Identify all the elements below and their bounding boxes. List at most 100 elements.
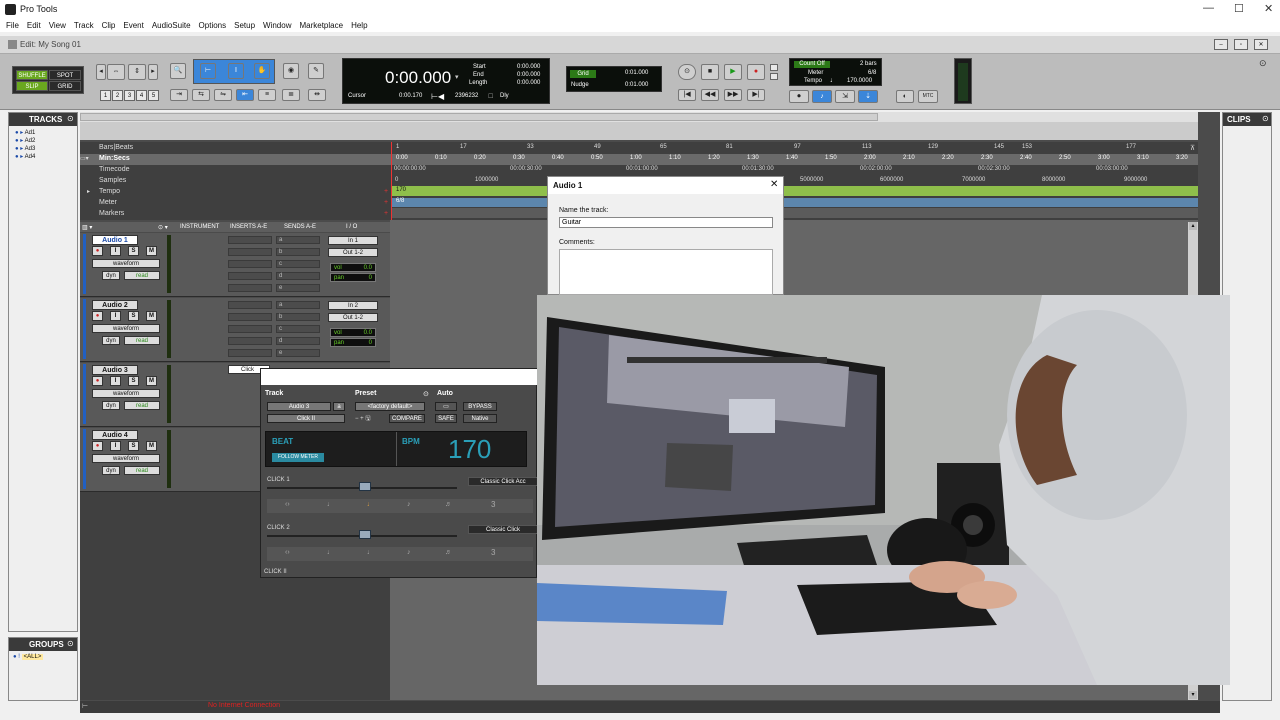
minsecs-tick-label[interactable]: 0:30 (513, 155, 525, 161)
tracks-list-item[interactable]: ● ▸ Ad1 (15, 129, 35, 137)
plugin-track-a-button[interactable]: a (333, 402, 345, 411)
ruler-label-timecode[interactable]: Timecode (99, 166, 129, 173)
record-enable-button[interactable]: ● (92, 441, 103, 451)
bypass-button[interactable]: BYPASS (463, 402, 497, 411)
grabber-tool-icon[interactable]: ✋ (254, 63, 270, 79)
insert-slot[interactable] (228, 337, 272, 345)
minsecs-tick-label[interactable]: 1:30 (747, 155, 759, 161)
minsecs-tick-label[interactable]: 1:10 (669, 155, 681, 161)
solo-button[interactable]: S (128, 311, 139, 321)
click2-eighth-icon[interactable]: ♪ (407, 549, 411, 556)
menu-file[interactable]: File (6, 19, 19, 32)
timecode-tick-label[interactable]: 00:03:00:00 (1096, 166, 1128, 172)
menu-event[interactable]: Event (123, 19, 143, 32)
rewind-icon[interactable]: ◀◀ (701, 89, 719, 101)
output-selector[interactable]: Out 1-2 (328, 313, 378, 322)
dyn-button[interactable]: dyn (102, 271, 120, 280)
ruler-label-samples[interactable]: Samples (99, 177, 126, 184)
input-selector[interactable]: In 1 (328, 236, 378, 245)
minsecs-tick-label[interactable]: 3:20 (1176, 155, 1188, 161)
click1-tuplet-value[interactable]: 3 (491, 500, 495, 509)
tracks-panel-menu-icon[interactable]: ⊙ (67, 114, 74, 123)
insert-slot[interactable] (228, 313, 272, 321)
click1-eighth-icon[interactable]: ♪ (407, 501, 411, 508)
menu-track[interactable]: Track (74, 19, 94, 32)
length-value[interactable]: 0:00.000 (517, 80, 540, 86)
send-slot[interactable]: c (276, 325, 320, 333)
tempo-marker[interactable]: 170 (396, 187, 406, 193)
compare-button[interactable]: COMPARE (389, 414, 425, 423)
send-slot[interactable]: d (276, 272, 320, 280)
ruler-label-minsecs[interactable]: Min:Secs (99, 155, 130, 162)
bars-tick-label[interactable]: 145 (994, 144, 1004, 150)
ruler-label-markers[interactable]: Markers (99, 210, 124, 217)
go-to-end-icon[interactable]: ▶| (747, 89, 765, 101)
zoom-preset-3[interactable]: 3 (124, 90, 135, 101)
dyn-button[interactable]: dyn (102, 466, 120, 475)
minsecs-tick-label[interactable]: 2:00 (864, 155, 876, 161)
count-off-bars[interactable]: 2 bars (860, 61, 877, 67)
click2-sixteenth-icon[interactable]: ♬ (445, 549, 452, 556)
scroll-options-icon[interactable]: ⇹ (308, 89, 326, 101)
track-name[interactable]: Audio 1 (92, 235, 138, 245)
minsecs-tick-label[interactable]: 0:00 (396, 155, 408, 161)
bars-tick-label[interactable]: 97 (794, 144, 801, 150)
volume-field[interactable]: vol 0.0 (330, 263, 376, 272)
groups-panel-menu-icon[interactable]: ⊙ (67, 639, 74, 648)
automation-mode-selector[interactable]: read (124, 401, 160, 410)
timecode-tick-label[interactable]: 00:01:00:00 (626, 166, 658, 172)
click2-sound-selector[interactable]: Classic Click (468, 525, 538, 534)
click2-note-icon[interactable]: ♩ (327, 549, 334, 556)
menu-options[interactable]: Options (199, 19, 227, 32)
comments-textarea[interactable] (559, 249, 773, 295)
safe-button[interactable]: SAFE (435, 414, 457, 423)
minsecs-tick-label[interactable]: 1:20 (708, 155, 720, 161)
track-view-selector[interactable]: waveform (92, 259, 160, 268)
record-enable-button[interactable]: ● (92, 376, 103, 386)
edit-close-icon[interactable]: ✕ (1254, 39, 1268, 50)
insert-slot[interactable] (228, 248, 272, 256)
insert-slot[interactable] (228, 236, 272, 244)
minsecs-tick-label[interactable]: 0:20 (474, 155, 486, 161)
tempo-value[interactable]: 170.0000 (847, 78, 872, 84)
ruler-expand-icon[interactable]: ▭▾ (80, 155, 89, 162)
preset-selector[interactable]: <factory default> (355, 402, 425, 411)
send-slot[interactable]: a (276, 301, 320, 309)
track-list-menu-icon[interactable]: ⊙ ▾ (158, 224, 168, 231)
mtc-button[interactable]: MTC (918, 90, 938, 103)
mirror-midi-icon[interactable]: ≡ (258, 89, 276, 101)
minsecs-tick-label[interactable]: 1:00 (630, 155, 642, 161)
ruler-label-tempo[interactable]: Tempo (99, 188, 120, 195)
click1-accent-note-icon[interactable]: ♩ (367, 501, 374, 508)
send-slot[interactable]: a (276, 236, 320, 244)
tracks-list-item[interactable]: ● ▸ Ad4 (15, 153, 35, 161)
sync-icon[interactable]: ◐ (896, 90, 914, 103)
zoom-preset-1[interactable]: 1 (100, 90, 111, 101)
scroll-down-icon[interactable]: ▾ (1189, 691, 1197, 699)
selector-tool-icon[interactable]: I (228, 63, 244, 79)
menu-setup[interactable]: Setup (234, 19, 255, 32)
zoom-v-icon[interactable]: ⇕ (128, 64, 146, 80)
dyn-button[interactable]: dyn (102, 336, 120, 345)
delay-checkbox[interactable]: ☐ (488, 93, 493, 100)
return-to-zero-icon[interactable]: |◀ (678, 89, 696, 101)
track-name-input[interactable] (559, 217, 773, 228)
bars-tick-label[interactable]: 65 (660, 144, 667, 150)
timecode-tick-label[interactable]: 00:02:30:00 (978, 166, 1010, 172)
dialog-close-icon[interactable]: ✕ (770, 179, 778, 190)
tempo-expand-icon[interactable]: ▸ (87, 188, 90, 195)
close-icon[interactable]: ✕ (1264, 2, 1273, 15)
transport-expand-icon[interactable] (770, 64, 778, 71)
link-timeline-icon[interactable]: ⇆ (192, 89, 210, 101)
bars-tick-label[interactable]: 177 (1126, 144, 1136, 150)
bars-tick-label[interactable]: 113 (862, 144, 872, 150)
automation-mode-selector[interactable]: read (124, 336, 160, 345)
slip-mode-button[interactable]: SLIP (16, 81, 48, 91)
overview-scroll-thumb[interactable] (80, 113, 878, 121)
preset-nav-icon[interactable]: − + 🖫 (355, 414, 370, 424)
send-slot[interactable]: b (276, 313, 320, 321)
scroll-up-icon[interactable]: ▴ (1189, 222, 1197, 230)
tracks-list-item[interactable]: ● ▸ Ad3 (15, 145, 35, 153)
insert-slot[interactable] (228, 284, 272, 292)
minsecs-tick-label[interactable]: 2:50 (1059, 155, 1071, 161)
